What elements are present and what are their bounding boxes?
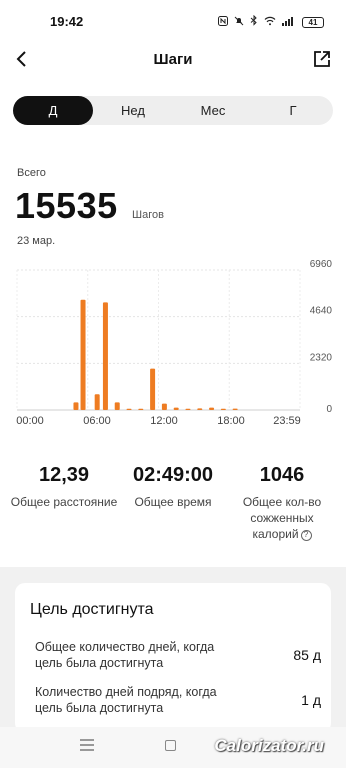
chart-bar[interactable] bbox=[102, 302, 108, 410]
steps-unit-label: Шагов bbox=[132, 209, 164, 221]
stats-row: 12,39 Общее расстояние 02:49:00 Общее вр… bbox=[0, 462, 346, 542]
chart-bar[interactable] bbox=[232, 408, 238, 410]
chart-bar[interactable] bbox=[138, 408, 144, 410]
bluetooth-icon bbox=[250, 14, 258, 29]
system-nav-bar: Calorizator.ru bbox=[0, 727, 346, 768]
calories-label-line2: сожженных bbox=[250, 511, 314, 525]
menu-icon[interactable] bbox=[80, 739, 94, 753]
total-steps-value: 15535 bbox=[15, 185, 118, 226]
status-bar: 19:42 41 bbox=[0, 0, 346, 44]
steps-chart-svg: 6960 4640 2320 0 00:00 06:00 12:00 18:00 23:59 bbox=[16, 260, 333, 427]
watermark-text: Calorizator.ru bbox=[214, 736, 324, 755]
goal-row-total-days: Общее количество дней, когда цель была д… bbox=[35, 639, 321, 671]
goal-row-label-line2: цель была достигнута bbox=[35, 701, 164, 715]
share-icon bbox=[314, 51, 330, 67]
share-button[interactable] bbox=[310, 47, 334, 71]
time-value: 02:49:00 bbox=[132, 464, 214, 486]
x-tick-label: 06:00 bbox=[83, 415, 111, 427]
status-icons: 41 bbox=[218, 14, 324, 29]
y-tick-label: 0 bbox=[326, 404, 332, 415]
chart-bar[interactable] bbox=[220, 408, 226, 410]
distance-value: 12,39 bbox=[38, 464, 90, 486]
page-title: Шаги bbox=[153, 51, 193, 68]
help-icon[interactable]: ? bbox=[300, 529, 312, 541]
time-label: Общее время bbox=[134, 495, 212, 509]
chart-bar[interactable] bbox=[173, 407, 179, 410]
date-label: 23 мар. bbox=[17, 235, 56, 247]
tab-week[interactable]: Нед bbox=[93, 96, 173, 125]
calories-label: Общее кол-во сожженных калорий? bbox=[232, 494, 332, 542]
mute-icon bbox=[234, 16, 244, 29]
stat-distance: 12,39 Общее расстояние bbox=[8, 462, 120, 510]
calories-value: 1046 bbox=[259, 464, 305, 486]
y-tick-label: 4640 bbox=[310, 306, 333, 317]
stat-time: 02:49:00 Общее время bbox=[118, 462, 228, 510]
steps-chart[interactable]: 6960 4640 2320 0 00:00 06:00 12:00 18:00 23:59 bbox=[0, 260, 346, 435]
x-tick-label: 00:00 bbox=[16, 415, 44, 427]
x-tick-label: 23:59 bbox=[273, 415, 301, 427]
x-tick-label: 18:00 bbox=[217, 415, 245, 427]
calories-label-line3: калорий bbox=[252, 527, 299, 541]
goal-row-value: 85 д bbox=[293, 647, 321, 663]
app-header: Шаги bbox=[0, 44, 346, 76]
calories-label-line1: Общее кол-во bbox=[242, 495, 322, 509]
chart-bar[interactable] bbox=[197, 408, 203, 410]
battery-icon: 41 bbox=[302, 16, 324, 28]
signal-icon bbox=[282, 16, 296, 29]
chart-bar[interactable] bbox=[150, 368, 156, 410]
nfc-icon bbox=[218, 15, 228, 29]
status-time: 19:42 bbox=[50, 14, 84, 29]
chart-bar[interactable] bbox=[126, 408, 132, 410]
chart-bar[interactable] bbox=[185, 408, 191, 410]
chart-bar[interactable] bbox=[73, 402, 79, 410]
goal-row-label: Количество дней подряд, когда цель была … bbox=[35, 684, 265, 716]
goal-card: Цель достигнута Общее количество дней, к… bbox=[15, 583, 331, 733]
chart-bar[interactable] bbox=[209, 407, 215, 410]
goal-row-streak-days: Количество дней подряд, когда цель была … bbox=[35, 684, 321, 716]
chart-bar[interactable] bbox=[80, 299, 86, 410]
goal-row-label: Общее количество дней, когда цель была д… bbox=[35, 639, 265, 671]
goal-row-label-line2: цель была достигнута bbox=[35, 656, 164, 670]
distance-label: Общее расстояние bbox=[10, 495, 118, 509]
calories-label-line3-wrap: калорий? bbox=[232, 526, 332, 542]
tab-month[interactable]: Мес bbox=[173, 96, 253, 125]
tab-year[interactable]: Г bbox=[253, 96, 333, 125]
goal-row-label-line1: Общее количество дней, когда bbox=[35, 640, 215, 654]
period-tabs: Д Нед Мес Г bbox=[13, 96, 333, 125]
goal-row-label-line1: Количество дней подряд, когда bbox=[35, 685, 217, 699]
total-label: Всего bbox=[17, 167, 46, 179]
goal-section: Цель достигнута Общее количество дней, к… bbox=[0, 567, 346, 733]
home-icon[interactable] bbox=[165, 740, 176, 751]
x-tick-label: 12:00 bbox=[150, 415, 178, 427]
stat-calories: 1046 Общее кол-во сожженных калорий? bbox=[232, 462, 332, 542]
y-tick-label: 2320 bbox=[310, 352, 333, 363]
wifi-icon bbox=[264, 16, 276, 29]
chart-bar[interactable] bbox=[94, 394, 100, 410]
chart-bar[interactable] bbox=[161, 403, 167, 410]
chart-bar[interactable] bbox=[114, 402, 120, 410]
y-tick-label: 6960 bbox=[310, 260, 333, 270]
tab-day[interactable]: Д bbox=[13, 96, 93, 125]
goal-row-value: 1 д bbox=[301, 692, 321, 708]
goal-title: Цель достигнута bbox=[30, 601, 154, 618]
